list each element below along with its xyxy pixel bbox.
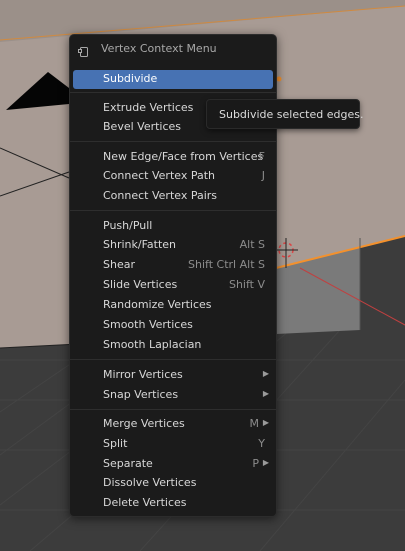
menu-item-label: Extrude Vertices (103, 101, 194, 114)
menu-item-new-edge-face-from-vertices[interactable]: New Edge/Face from Vertices F (73, 148, 273, 167)
menu-item-separate[interactable]: Separate P ▶ (73, 455, 273, 474)
submenu-arrow-icon: ▶ (262, 458, 269, 467)
menu-item-shortcut: F (258, 150, 265, 163)
menu-item-label: Split (103, 437, 128, 450)
menu-item-label: Smooth Vertices (103, 318, 193, 331)
menu-item-shrink-fatten[interactable]: Shrink/Fatten Alt S (73, 236, 273, 255)
menu-separator (70, 210, 276, 211)
tooltip: Subdivide selected edges. (206, 99, 364, 129)
menu-item-shortcut: J (261, 169, 265, 182)
menu-separator (70, 409, 276, 410)
tooltip-text: Subdivide selected edges. (219, 108, 364, 121)
menu-item-label: Separate (103, 457, 153, 470)
menu-item-label: Snap Vertices (103, 388, 179, 401)
submenu-arrow-icon: ▶ (262, 418, 269, 427)
context-menu-icon (78, 43, 89, 57)
menu-item-label: Shrink/Fatten (103, 238, 177, 251)
submenu-arrow-icon: ▶ (262, 389, 269, 398)
menu-item-label: Dissolve Vertices (103, 476, 197, 489)
menu-item-label: Mirror Vertices (103, 368, 183, 381)
menu-item-shortcut: Y (258, 437, 265, 450)
menu-item-shortcut: Alt S (239, 238, 265, 251)
menu-item-slide-vertices[interactable]: Slide Vertices Shift V (73, 276, 273, 295)
menu-item-randomize-vertices[interactable]: Randomize Vertices (73, 296, 273, 315)
menu-item-label: Bevel Vertices (103, 120, 182, 133)
menu-item-label: Connect Vertex Pairs (103, 189, 218, 202)
menu-item-label: Smooth Laplacian (103, 338, 202, 351)
menu-item-label: Shear (103, 258, 135, 271)
menu-item-label: Slide Vertices (103, 278, 178, 291)
menu-item-label: Subdivide (103, 72, 158, 85)
menu-separator (70, 359, 276, 360)
menu-item-label: Push/Pull (103, 219, 153, 232)
menu-item-split[interactable]: Split Y (73, 435, 273, 454)
menu-item-shortcut: Shift V (228, 278, 265, 291)
menu-item-label: Merge Vertices (103, 417, 185, 430)
menu-item-mirror-vertices[interactable]: Mirror Vertices ▶ (73, 366, 273, 385)
menu-item-shortcut: M (249, 417, 260, 430)
menu-item-label: New Edge/Face from Vertices (103, 150, 264, 163)
menu-item-connect-vertex-path[interactable]: Connect Vertex Path J (73, 167, 273, 186)
menu-item-snap-vertices[interactable]: Snap Vertices ▶ (73, 386, 273, 405)
menu-item-label: Connect Vertex Path (103, 169, 215, 182)
menu-title: Vertex Context Menu (101, 42, 217, 55)
menu-item-push-pull[interactable]: Push/Pull (73, 217, 273, 236)
menu-item-label: Delete Vertices (103, 496, 187, 509)
menu-item-smooth-laplacian[interactable]: Smooth Laplacian (73, 336, 273, 355)
menu-item-merge-vertices[interactable]: Merge Vertices M ▶ (73, 415, 273, 434)
submenu-arrow-icon: ▶ (262, 369, 269, 378)
menu-item-delete-vertices[interactable]: Delete Vertices (73, 494, 273, 513)
menu-header: Vertex Context Menu (70, 35, 276, 63)
menu-item-dissolve-vertices[interactable]: Dissolve Vertices (73, 474, 273, 493)
menu-item-shortcut: Shift Ctrl Alt S (188, 258, 265, 271)
menu-item-shear[interactable]: Shear Shift Ctrl Alt S (73, 256, 273, 275)
menu-separator (70, 141, 276, 142)
menu-item-shortcut: P (252, 457, 259, 470)
menu-separator (70, 92, 276, 93)
menu-item-subdivide[interactable]: Subdivide (73, 70, 273, 89)
menu-item-smooth-vertices[interactable]: Smooth Vertices (73, 316, 273, 335)
menu-item-label: Randomize Vertices (103, 298, 212, 311)
menu-item-connect-vertex-pairs[interactable]: Connect Vertex Pairs (73, 187, 273, 206)
